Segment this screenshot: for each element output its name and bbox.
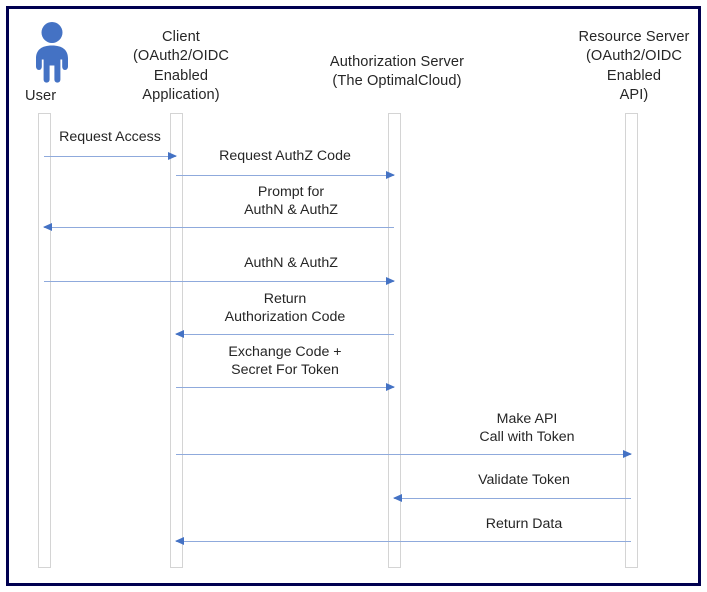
- message-line: [176, 541, 631, 542]
- arrowhead-right-icon: [386, 170, 395, 179]
- lifeline-resource-server: [625, 113, 638, 568]
- message-label: Return Authorization Code: [224, 291, 346, 325]
- message-label: Request AuthZ Code: [219, 148, 351, 164]
- message-label: Return Data: [485, 516, 563, 532]
- diagram-frame: User Client (OAuth2/OIDC Enabled Applica…: [6, 6, 701, 586]
- person-icon: [27, 21, 77, 83]
- message-line: [176, 334, 394, 335]
- message-line: [44, 281, 394, 282]
- message-line: [176, 175, 394, 176]
- message-line: [176, 454, 631, 455]
- message-label: Prompt for AuthN & AuthZ: [244, 184, 338, 218]
- arrowhead-left-icon: [175, 329, 184, 338]
- arrowhead-right-icon: [623, 449, 632, 458]
- arrowhead-left-icon: [43, 222, 52, 231]
- arrowhead-right-icon: [386, 276, 395, 285]
- lifeline-client: [170, 113, 183, 568]
- message-line: [44, 156, 176, 157]
- diagram-canvas: User Client (OAuth2/OIDC Enabled Applica…: [0, 0, 707, 592]
- arrowhead-right-icon: [386, 382, 395, 391]
- participant-label-resource-server: Resource Server (OAuth2/OIDC Enabled API…: [578, 29, 690, 104]
- message-label: AuthN & AuthZ: [244, 255, 338, 271]
- message-line: [394, 498, 631, 499]
- message-line: [44, 227, 394, 228]
- participant-label-authorization-server: Authorization Server (The OptimalCloud): [329, 54, 465, 90]
- arrowhead-left-icon: [175, 536, 184, 545]
- lifeline-user: [38, 113, 51, 568]
- message-line: [176, 387, 394, 388]
- message-label: Request Access: [59, 129, 161, 145]
- message-label: Validate Token: [478, 472, 570, 488]
- participant-label-client: Client (OAuth2/OIDC Enabled Application): [132, 29, 230, 104]
- participant-label-user: User: [25, 88, 57, 104]
- arrowhead-left-icon: [393, 493, 402, 502]
- message-label: Exchange Code + Secret For Token: [228, 344, 342, 378]
- message-label: Make API Call with Token: [479, 411, 575, 445]
